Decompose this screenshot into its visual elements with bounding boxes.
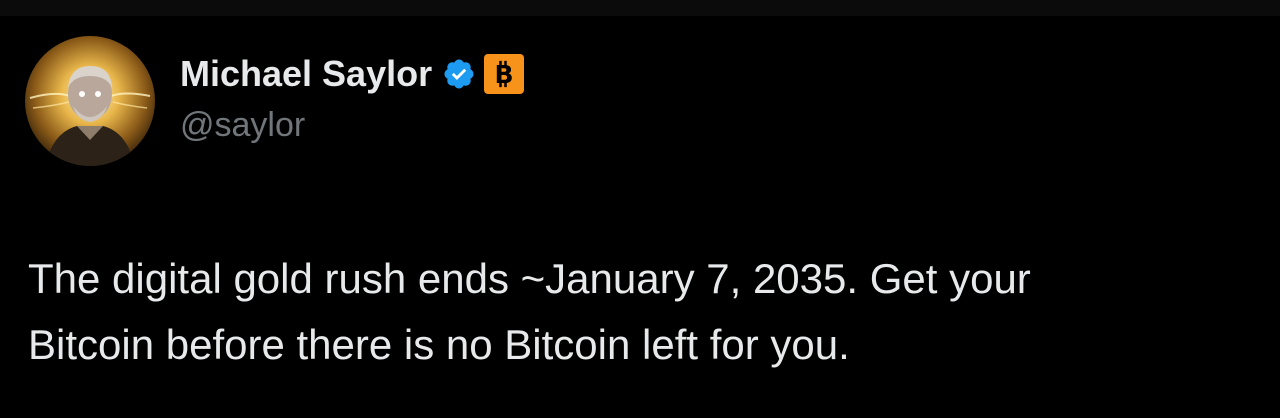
tweet-card: Michael Saylor B @saylor The digital gol <box>0 0 1280 418</box>
bitcoin-badge-icon[interactable]: B <box>484 54 525 94</box>
user-handle[interactable]: @saylor <box>180 106 524 145</box>
verified-badge-icon[interactable] <box>442 57 476 91</box>
svg-text:B: B <box>495 60 514 89</box>
display-name[interactable]: Michael Saylor <box>180 53 432 95</box>
author-block: Michael Saylor B @saylor <box>180 48 525 145</box>
tweet-text-line: The digital gold rush ends ~January 7, 2… <box>28 255 1031 302</box>
name-row: Michael Saylor B <box>180 48 525 100</box>
tweet-text-line: Bitcoin before there is no Bitcoin left … <box>28 321 850 368</box>
avatar-image <box>29 66 151 166</box>
tweet-text: The digital gold rush ends ~January 7, 2… <box>28 246 1248 378</box>
avatar[interactable] <box>25 36 155 166</box>
